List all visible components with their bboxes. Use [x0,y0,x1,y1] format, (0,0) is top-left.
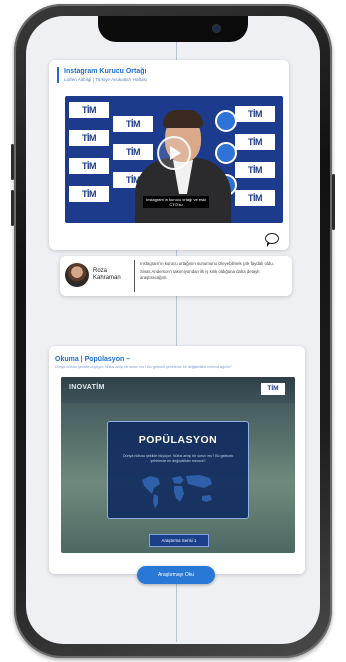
quote-paragraph: Instagram'ın kurucu ortağının sunumunu i… [140,261,274,266]
instagram-post-card: Instagram Kurucu Ortağı Lütfen Altbilgi … [49,60,289,250]
comment-icon[interactable] [265,233,279,247]
volume-down-button [11,190,14,226]
play-icon[interactable] [157,136,191,170]
quote-paragraph: Sivas Anderson'ı takımıyondan ilk iş kıl… [140,269,260,280]
post-title[interactable]: Okuma | Popülasyon – [55,355,297,364]
backdrop-logo: TİM [235,106,275,122]
poster-brand-left: INOVATİM [69,384,105,391]
quote-text: Instagram'ın kurucu ortağının sunumunu i… [140,261,286,283]
author-name: Roza Kahraman [93,268,121,281]
reading-post-card: Okuma | Popülasyon – Dünya nüfusu şekild… [49,346,305,574]
read-research-button[interactable]: Araştırmayı Oku [137,566,215,584]
testimonial-card: Roza Kahraman Instagram'ın kurucu ortağı… [60,256,292,296]
quote-divider [134,260,135,292]
post-header: Okuma | Popülasyon – Dünya nüfusu şekild… [55,355,297,371]
speaker-hair [163,110,203,128]
backdrop-logo: TİM [69,186,109,202]
backdrop-logo: TİM [69,158,109,174]
video-caption: Instagram'ın kurucu ortağı ve eski CTO's… [143,196,209,208]
post-header: Instagram Kurucu Ortağı Lütfen Altbilgi … [57,67,281,83]
notch [98,16,248,42]
power-button [332,174,335,230]
poster-image[interactable]: INOVATİM TİM POPÜLASYON Dünya nüfusu şek… [61,377,295,553]
backdrop-logo: TİM [235,162,275,178]
camera-icon [213,25,220,32]
backdrop-logo: TİM [69,102,109,118]
post-subtitle: Lütfen Altbilgi | Türkiye Avukatları Haf… [64,77,148,82]
avatar [65,263,89,287]
backdrop-logo: TİM [235,190,275,206]
post-subtitle: Dünya nüfusu şekilde büyüyor. Nüfus artı… [55,365,232,369]
phone-screen: Instagram Kurucu Ortağı Lütfen Altbilgi … [26,16,320,644]
poster-panel: POPÜLASYON Dünya nüfusu şekilde büyüyor.… [107,421,249,519]
backdrop-logo: TİM [113,116,153,132]
backdrop-logo: TİM [69,130,109,146]
poster-brand-right: TİM [261,383,285,395]
backdrop-logo: TİM [113,144,153,160]
post-title[interactable]: Instagram Kurucu Ortağı [64,67,281,76]
poster-description: Dünya nüfusu şekilde büyüyor. Nüfus artı… [122,454,234,463]
backdrop-emblem [215,110,237,132]
poster-heading: POPÜLASYON [138,434,218,446]
backdrop-logo: TİM [235,134,275,150]
volume-up-button [11,144,14,180]
world-map-icon [142,475,212,508]
poster-series-button[interactable]: Araştırma Serisi 1 [149,534,209,547]
video-player[interactable]: TİM TİM TİM TİM TİM TİM TİM TİM TİM TİM … [65,96,283,223]
backdrop-emblem [215,142,237,164]
